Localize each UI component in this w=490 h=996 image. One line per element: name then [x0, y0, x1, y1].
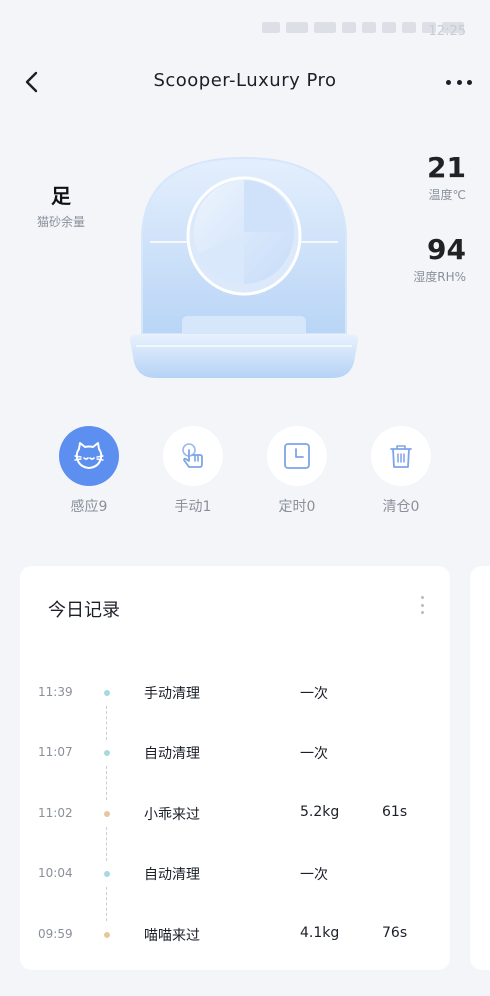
timeline-dot: [104, 750, 110, 756]
timeline-dot: [104, 811, 110, 817]
card-title: 今日记录: [48, 600, 120, 621]
record-duration: 76s: [382, 925, 408, 941]
mode-selector: 感应9 手动1 定时0 清仓0: [40, 426, 450, 516]
record-time: 11:39: [38, 685, 73, 699]
mode-sensor-label: 感应9: [70, 499, 108, 515]
humidity-value: 94: [427, 233, 466, 266]
top-nav: Scooper-Luxury Pro: [0, 56, 490, 108]
record-time: 11:07: [38, 745, 73, 759]
timeline-connector: [106, 706, 108, 740]
litter-level-value: 足: [51, 184, 71, 208]
record-time: 09:59: [38, 927, 73, 941]
card-more-icon[interactable]: [418, 596, 426, 614]
record-detail: 4.1kg: [300, 925, 340, 941]
mode-empty-bin-button[interactable]: 清仓0: [361, 426, 441, 516]
mode-manual-circle[interactable]: [163, 426, 223, 486]
timeline-dot: [104, 932, 110, 938]
record-detail: 5.2kg: [300, 804, 340, 820]
humidity-label: 湿度RH%: [413, 270, 466, 284]
record-event: 小乖来过: [144, 807, 200, 823]
timeline-connector: [106, 827, 108, 861]
litter-level: 足 猫砂余量: [26, 180, 96, 230]
mode-sensor-circle[interactable]: [59, 426, 119, 486]
humidity-readout: 94 湿度RH%: [366, 234, 466, 285]
timeline-connector: [106, 766, 108, 800]
record-time: 11:02: [38, 806, 73, 820]
litter-box-illustration: [126, 150, 362, 386]
timeline-dot: [104, 871, 110, 877]
next-card-peek[interactable]: [470, 566, 490, 970]
mode-schedule-circle[interactable]: [267, 426, 327, 486]
record-event: 自动清理: [144, 746, 200, 762]
record-row: 09:59 喵喵来过 4.1kg 76s: [20, 923, 450, 947]
temperature-readout: 21 温度℃: [366, 152, 466, 203]
record-row: 10:04 自动清理 一次: [20, 862, 450, 886]
mode-empty-bin-circle[interactable]: [371, 426, 431, 486]
record-duration: 61s: [382, 804, 408, 820]
record-row: 11:02 小乖来过 5.2kg 61s: [20, 802, 450, 826]
mode-sensor-button[interactable]: 感应9: [49, 426, 129, 516]
clock-icon: [284, 443, 310, 469]
trash-icon: [390, 445, 412, 468]
litter-level-label: 猫砂余量: [36, 215, 85, 229]
mode-schedule-button[interactable]: 定时0: [257, 426, 337, 516]
today-records-card: 今日记录 11:39 手动清理 一次 11:07 自动清理 一次 11:02 小…: [20, 566, 450, 970]
record-row: 11:39 手动清理 一次: [20, 681, 450, 705]
more-options-icon[interactable]: [444, 70, 474, 94]
record-event: 自动清理: [144, 867, 200, 883]
record-time: 10:04: [38, 866, 73, 880]
cat-icon: [74, 442, 104, 469]
mode-manual-label: 手动1: [174, 499, 212, 515]
hand-tap-icon: [182, 443, 203, 468]
timeline-connector: [106, 887, 108, 921]
page-title: Scooper-Luxury Pro: [153, 70, 337, 91]
record-row: 11:07 自动清理 一次: [20, 741, 450, 765]
mode-schedule-label: 定时0: [278, 499, 316, 515]
record-event: 喵喵来过: [144, 928, 200, 944]
record-detail: 一次: [300, 867, 328, 883]
record-detail: 一次: [300, 686, 328, 702]
mode-empty-bin-label: 清仓0: [382, 499, 420, 515]
record-detail: 一次: [300, 746, 328, 762]
timeline-dot: [104, 690, 110, 696]
record-event: 手动清理: [144, 686, 200, 702]
temperature-label: 温度℃: [428, 188, 466, 202]
status-bar: 12:25: [0, 0, 490, 56]
status-time: 12:25: [428, 24, 466, 39]
temperature-value: 21: [427, 151, 466, 184]
mode-manual-button[interactable]: 手动1: [153, 426, 233, 516]
